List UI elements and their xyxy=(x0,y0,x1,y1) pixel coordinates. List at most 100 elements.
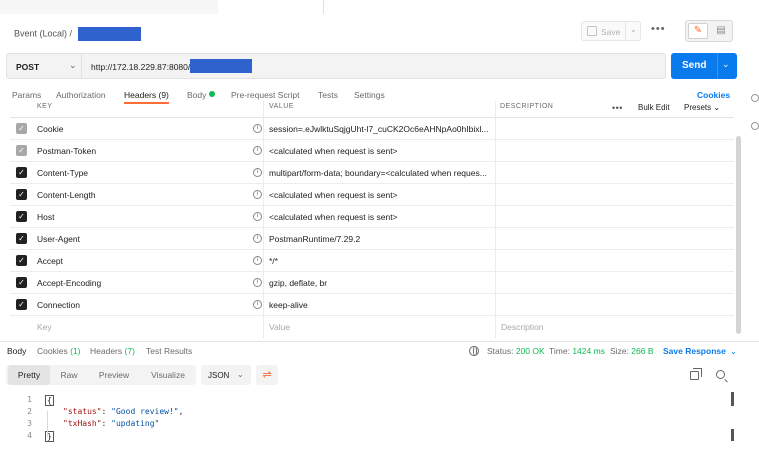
status-value: 200 OK xyxy=(515,346,545,356)
size-readout[interactable]: Size: 266 B xyxy=(610,346,654,356)
header-key[interactable]: User-Agent xyxy=(37,234,80,244)
table-scrollbar[interactable] xyxy=(736,118,741,336)
tab-test-results[interactable]: Test Results xyxy=(146,346,192,356)
header-key[interactable]: Content-Type xyxy=(37,168,88,178)
header-value[interactable]: session=.eJwlktuSqjgUht-l7_cuCK2Oc6eAHNp… xyxy=(269,124,488,134)
row-checkbox[interactable]: ✓ xyxy=(16,123,27,134)
globe-icon[interactable] xyxy=(469,346,479,356)
tab-cookies-label: Cookies xyxy=(37,346,68,356)
edit-pencil-icon[interactable]: ✎ xyxy=(688,23,708,39)
send-button[interactable]: Send ⌄ xyxy=(671,53,737,79)
info-icon[interactable]: i xyxy=(253,234,262,243)
row-checkbox[interactable]: ✓ xyxy=(16,211,27,222)
table-row: ✓ User-Agent i PostmanRuntime/7.29.2 xyxy=(10,228,734,250)
header-value[interactable]: <calculated when request is sent> xyxy=(269,146,398,156)
info-icon[interactable]: i xyxy=(253,146,262,155)
save-response-button[interactable]: Save Response ⌄ xyxy=(663,346,737,357)
header-value[interactable]: <calculated when request is sent> xyxy=(269,190,398,200)
time-readout[interactable]: Time: 1424 ms xyxy=(549,346,605,356)
search-icon[interactable] xyxy=(716,370,725,379)
info-icon[interactable]: i xyxy=(253,256,262,265)
status-readout[interactable]: Status: 200 OK xyxy=(487,346,545,356)
tab-response-body[interactable]: Body xyxy=(7,346,26,356)
info-icon[interactable]: i xyxy=(253,190,262,199)
row-checkbox[interactable]: ✓ xyxy=(16,277,27,288)
json-value: "Good review!" xyxy=(111,407,179,416)
language-select[interactable]: JSON ⌄ xyxy=(201,365,251,385)
info-icon[interactable]: i xyxy=(253,168,262,177)
format-preview[interactable]: Preview xyxy=(88,365,140,385)
header-key[interactable]: Accept-Encoding xyxy=(37,278,101,288)
more-options-icon[interactable]: ••• xyxy=(651,23,666,35)
documentation-icon[interactable] xyxy=(751,94,759,102)
row-checkbox[interactable]: ✓ xyxy=(16,255,27,266)
new-value-input[interactable]: Value xyxy=(269,322,290,332)
header-value[interactable]: <calculated when request is sent> xyxy=(269,212,398,222)
header-key[interactable]: Postman-Token xyxy=(37,146,96,156)
row-checkbox[interactable]: ✓ xyxy=(16,233,27,244)
json-key: "txHash" xyxy=(63,419,102,428)
header-key[interactable]: Accept xyxy=(37,256,63,266)
tab-prerequest-script[interactable]: Pre-request Script xyxy=(231,90,300,100)
header-value[interactable]: multipart/form-data; boundary=<calculate… xyxy=(269,168,487,178)
column-options-icon[interactable]: ••• xyxy=(612,103,623,113)
table-row: ✓ Connection i keep-alive xyxy=(10,294,734,316)
header-key[interactable]: Connection xyxy=(37,300,80,310)
format-pretty[interactable]: Pretty xyxy=(8,365,50,385)
code-line: { xyxy=(45,395,54,406)
tab-tests[interactable]: Tests xyxy=(318,90,338,100)
tab-response-cookies[interactable]: Cookies (1) xyxy=(37,346,80,356)
format-visualize[interactable]: Visualize xyxy=(142,365,194,385)
header-key[interactable]: Content-Length xyxy=(37,190,96,200)
breadcrumb: Bvent (Local) / xyxy=(14,27,141,41)
copy-icon[interactable] xyxy=(690,368,702,380)
new-description-input[interactable]: Description xyxy=(501,322,544,332)
right-sidebar xyxy=(748,88,759,348)
cookies-link[interactable]: Cookies xyxy=(697,90,730,100)
info-icon[interactable]: i xyxy=(253,300,262,309)
comments-icon[interactable] xyxy=(751,122,759,130)
method-select[interactable]: POST ⌄ xyxy=(7,54,82,78)
chevron-down-icon: ⌄ xyxy=(237,370,244,379)
info-icon[interactable]: i xyxy=(253,278,262,287)
comment-icon[interactable]: ▤ xyxy=(712,23,730,39)
url-text: http://172.18.229.87:8080/ xyxy=(91,62,191,72)
header-value[interactable]: gzip, deflate, br xyxy=(269,278,327,288)
info-icon[interactable]: i xyxy=(253,124,262,133)
wrap-lines-icon[interactable]: ⇌ xyxy=(256,365,278,385)
presets-button[interactable]: Presets ⌄ xyxy=(684,103,720,112)
presets-label: Presets xyxy=(684,103,712,112)
tab-settings[interactable]: Settings xyxy=(354,90,385,100)
code-scrollbar[interactable] xyxy=(731,392,734,442)
chevron-down-icon[interactable]: ⌄ xyxy=(722,59,730,70)
new-key-input[interactable]: Key xyxy=(37,322,52,332)
row-checkbox[interactable]: ✓ xyxy=(16,167,27,178)
tab-body[interactable]: Body xyxy=(187,90,216,100)
row-checkbox[interactable]: ✓ xyxy=(16,145,27,156)
info-icon[interactable]: i xyxy=(253,212,262,221)
header-value[interactable]: keep-alive xyxy=(269,300,308,310)
tab-response-headers[interactable]: Headers (7) xyxy=(90,346,135,356)
header-key[interactable]: Cookie xyxy=(37,124,63,134)
format-raw[interactable]: Raw xyxy=(52,365,86,385)
chevron-down-icon[interactable]: ⌄ xyxy=(630,25,637,34)
row-checkbox[interactable]: ✓ xyxy=(16,299,27,310)
header-value[interactable]: PostmanRuntime/7.29.2 xyxy=(269,234,360,244)
response-body-code[interactable]: 1 2 3 4 { "status": "Good review!", "txH… xyxy=(0,393,740,453)
save-button[interactable]: Save ⌄ xyxy=(581,21,641,41)
send-label: Send xyxy=(682,60,707,71)
scrollbar-thumb[interactable] xyxy=(736,136,741,334)
row-checkbox[interactable]: ✓ xyxy=(16,189,27,200)
bulk-edit-button[interactable]: Bulk Edit xyxy=(638,103,670,112)
json-key: "status" xyxy=(63,407,102,416)
tab-params[interactable]: Params xyxy=(12,90,41,100)
breadcrumb-collection[interactable]: Bvent (Local) xyxy=(14,28,67,38)
language-label: JSON xyxy=(208,371,230,380)
header-key[interactable]: Host xyxy=(37,212,54,222)
status-label: Status: xyxy=(487,346,514,356)
tab-headers[interactable]: Headers (9) xyxy=(124,90,169,100)
url-input[interactable]: http://172.18.229.87:8080/ xyxy=(91,59,253,74)
save-label: Save xyxy=(601,27,621,37)
header-value[interactable]: */* xyxy=(269,256,278,266)
tab-authorization[interactable]: Authorization xyxy=(56,90,106,100)
